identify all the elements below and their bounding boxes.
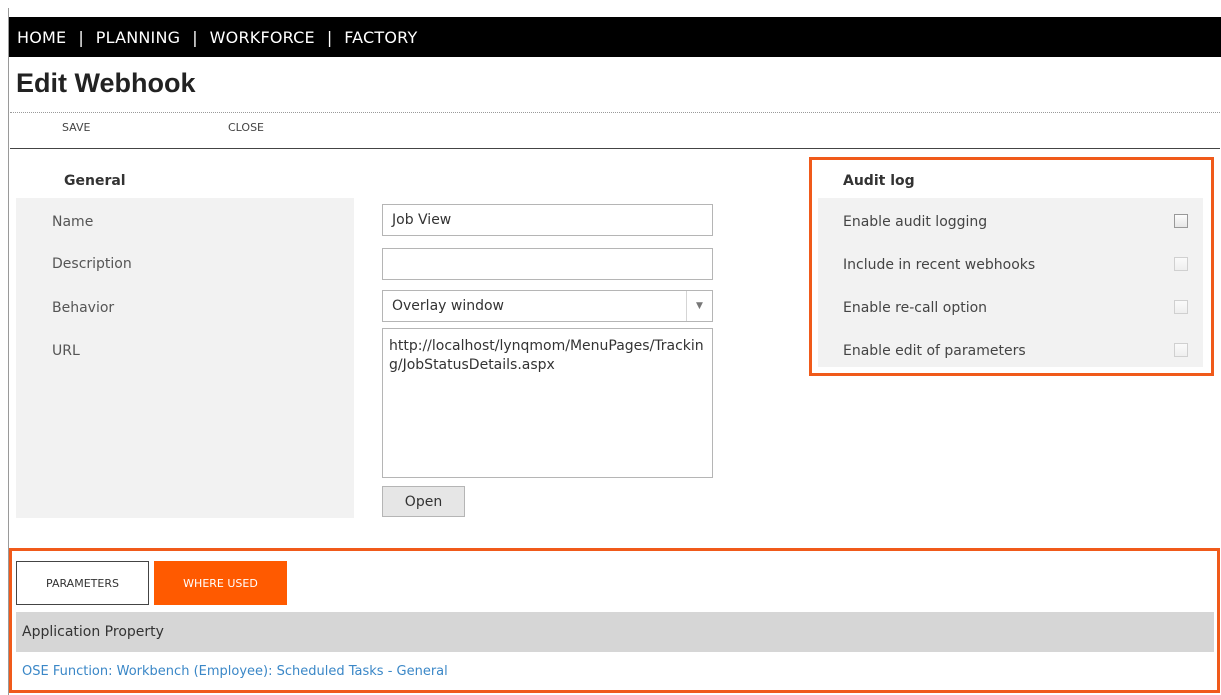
enable-audit-logging-checkbox[interactable] bbox=[1174, 214, 1188, 228]
name-field[interactable]: Job View bbox=[382, 204, 713, 236]
nav-separator: | bbox=[326, 27, 333, 47]
nav-item-home[interactable]: HOME bbox=[17, 28, 66, 47]
nav-separator: | bbox=[78, 27, 84, 47]
tab-parameters[interactable]: PARAMETERS bbox=[16, 561, 149, 605]
description-field[interactable] bbox=[382, 248, 713, 280]
nav-item-factory[interactable]: FACTORY bbox=[344, 28, 417, 47]
toolbar-divider bbox=[10, 148, 1220, 149]
chevron-down-icon[interactable]: ▼ bbox=[686, 291, 712, 321]
top-nav: HOME | PLANNING | WORKFORCE | FACTORY bbox=[9, 17, 1221, 57]
enable-edit-parameters-checkbox[interactable] bbox=[1174, 343, 1188, 357]
save-button[interactable]: SAVE bbox=[62, 121, 90, 134]
enable-recall-checkbox[interactable] bbox=[1174, 300, 1188, 314]
audit-option-label: Enable re-call option bbox=[843, 300, 988, 316]
audit-option-label: Enable audit logging bbox=[843, 214, 988, 230]
title-divider bbox=[10, 112, 1220, 113]
url-label: URL bbox=[52, 343, 80, 359]
behavior-select[interactable]: Overlay window ▼ bbox=[382, 290, 713, 322]
description-label: Description bbox=[52, 256, 132, 272]
general-section-title: General bbox=[64, 173, 126, 189]
open-button[interactable]: Open bbox=[382, 486, 465, 517]
tab-where-used[interactable]: WHERE USED bbox=[154, 561, 287, 605]
nav-separator: | bbox=[192, 27, 198, 47]
nav-item-planning[interactable]: PLANNING bbox=[96, 28, 181, 47]
close-button[interactable]: CLOSE bbox=[228, 121, 264, 134]
where-used-link[interactable]: OSE Function: Workbench (Employee): Sche… bbox=[22, 664, 448, 679]
table-header: Application Property bbox=[16, 612, 1214, 652]
table-row[interactable]: OSE Function: Workbench (Employee): Sche… bbox=[16, 656, 1214, 686]
name-value: Job View bbox=[392, 212, 452, 228]
url-value: http://localhost/lynqmom/MenuPages/Track… bbox=[389, 338, 704, 373]
page-title: Edit Webhook bbox=[16, 68, 196, 98]
behavior-label: Behavior bbox=[52, 300, 115, 316]
name-label: Name bbox=[52, 214, 94, 230]
audit-option-label: Enable edit of parameters bbox=[843, 343, 1026, 359]
column-header-application-property: Application Property bbox=[22, 624, 164, 640]
audit-option-label: Include in recent webhooks bbox=[843, 257, 1036, 273]
behavior-value: Overlay window bbox=[392, 298, 504, 314]
include-recent-webhooks-checkbox[interactable] bbox=[1174, 257, 1188, 271]
nav-item-workforce[interactable]: WORKFORCE bbox=[210, 28, 315, 47]
url-textarea[interactable]: http://localhost/lynqmom/MenuPages/Track… bbox=[382, 328, 713, 478]
audit-section-title: Audit log bbox=[843, 173, 915, 189]
